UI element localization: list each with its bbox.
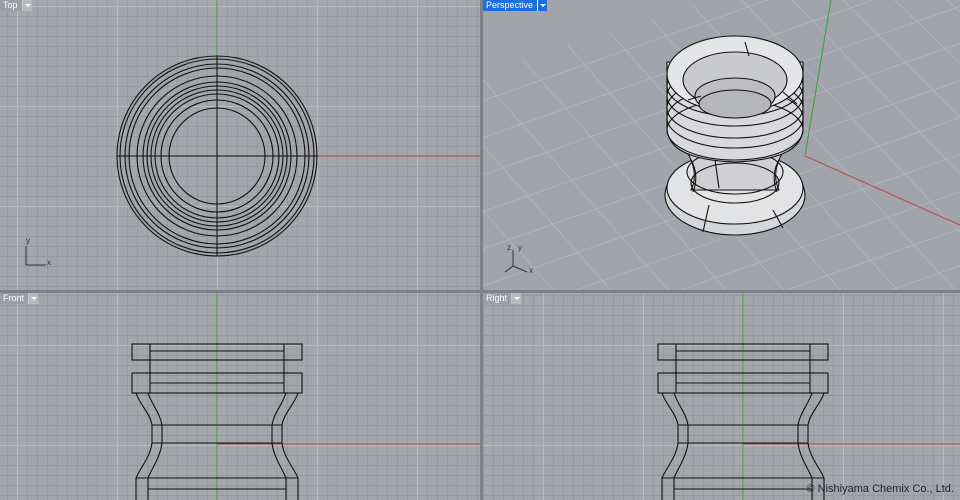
world-axes-icon (504, 250, 528, 273)
axis-label-x: x (529, 266, 533, 275)
dropdown-arrow-icon[interactable] (512, 293, 522, 304)
world-axes-icon (25, 246, 46, 266)
copyright-notice: © Nishiyama Chemix Co., Ltd. (806, 483, 955, 495)
viewport-tab-front[interactable]: Front (0, 293, 39, 304)
x-axis-line (804, 155, 960, 226)
viewport-tab-label[interactable]: Right (483, 293, 513, 304)
axis-label-y: y (518, 243, 522, 252)
viewport-tab-label[interactable]: Perspective (483, 0, 539, 11)
rhino-workspace: Top y x Perspective z y x Front Right © … (0, 0, 960, 500)
perspective-view-canvas (483, 0, 960, 290)
axis-label-x: x (47, 258, 51, 267)
dropdown-arrow-icon[interactable] (29, 293, 39, 304)
model-top-circles (116, 55, 318, 257)
axis-label-z: z (507, 243, 511, 252)
axis-label-y: y (26, 236, 30, 245)
viewport-perspective[interactable]: Perspective z y x (483, 0, 960, 290)
viewport-tab-perspective[interactable]: Perspective (483, 0, 548, 11)
viewport-tab-label[interactable]: Top (0, 0, 23, 11)
viewport-tab-top[interactable]: Top (0, 0, 32, 11)
viewport-tab-right[interactable]: Right (483, 293, 522, 304)
dropdown-arrow-icon[interactable] (538, 0, 548, 11)
model-perspective (664, 35, 806, 236)
top-view-canvas (25, 0, 480, 266)
dropdown-arrow-icon[interactable] (22, 0, 32, 11)
viewport-tab-label[interactable]: Front (0, 293, 30, 304)
front-view-canvas (131, 293, 480, 500)
viewport-right[interactable]: Right (483, 293, 960, 500)
viewport-top[interactable]: Top y x (0, 0, 480, 290)
right-view-canvas (657, 293, 960, 500)
viewport-front[interactable]: Front (0, 293, 480, 500)
y-axis-line (804, 0, 832, 157)
